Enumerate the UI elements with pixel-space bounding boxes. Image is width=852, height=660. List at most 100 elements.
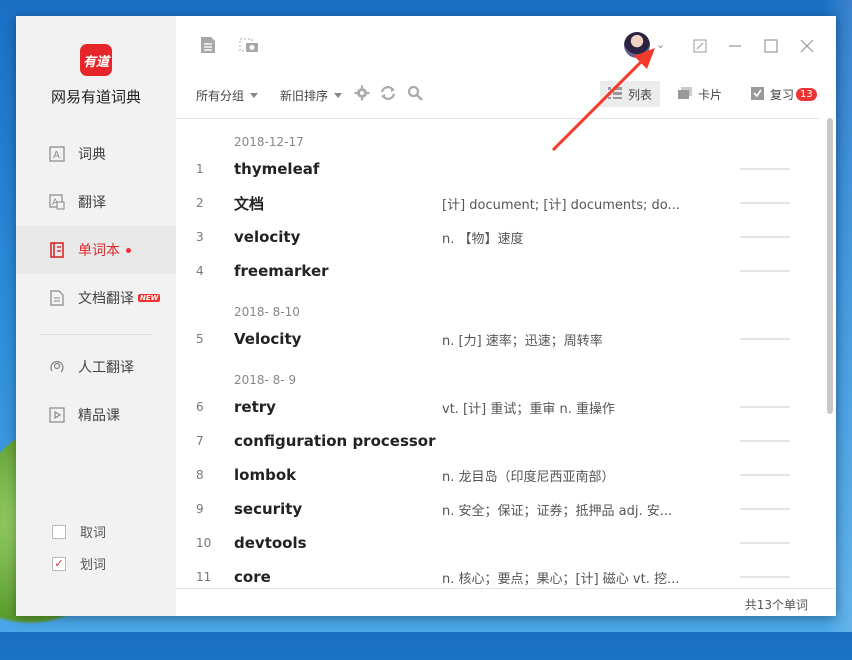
word-text: thymeleaf <box>234 160 320 178</box>
app-logo: 有道 <box>80 44 112 76</box>
document-icon <box>49 290 65 306</box>
wordbook-icon <box>49 242 65 258</box>
card-view-button[interactable]: 卡片 <box>670 81 730 107</box>
review-count-badge: 13 <box>796 87 817 101</box>
word-text: configuration processor <box>234 432 436 450</box>
word-count: 共13个单词 <box>744 598 808 612</box>
mastery-bar <box>740 576 790 578</box>
word-text: freemarker <box>234 262 329 280</box>
select-word-toggle[interactable]: ✓ 划词 <box>52 554 106 573</box>
card-view-label: 卡片 <box>698 87 723 102</box>
select-word-label: 划词 <box>80 558 107 573</box>
row-number: 11 <box>196 570 212 584</box>
list-item[interactable]: 9 security n. 安全；保证；证券；抵押品 adj. 安... <box>176 495 820 523</box>
word-list: 2018-12-17 1 thymeleaf 2 文档 [计] document… <box>176 118 820 589</box>
word-definition: vt. [计] 重试；重审 n. 重操作 <box>442 401 615 417</box>
mastery-bar <box>740 270 790 272</box>
list-item[interactable]: 8 lombok n. 龙目岛（印度尼西亚南部） <box>176 461 820 489</box>
word-text: devtools <box>234 534 307 552</box>
dictionary-icon: A <box>49 146 65 162</box>
caret-down-icon <box>334 93 343 98</box>
row-number: 5 <box>196 332 204 346</box>
group-filter-dropdown[interactable]: 所有分组 <box>196 87 259 104</box>
sidebar: 有道 网易有道词典 A 词典 A 翻译 单词本 文档翻译 NEW 人工翻译 精品… <box>16 16 176 616</box>
row-number: 1 <box>196 162 204 176</box>
list-view-icon <box>608 86 622 102</box>
row-number: 8 <box>196 468 204 482</box>
compact-mode-icon[interactable] <box>692 38 708 54</box>
row-number: 4 <box>196 264 204 278</box>
pick-word-label: 取词 <box>80 526 107 541</box>
new-badge: NEW <box>138 294 161 302</box>
sidebar-item-course[interactable]: 精品课 <box>16 391 176 439</box>
sidebar-item-dictionary[interactable]: A 词典 <box>16 130 176 178</box>
row-number: 2 <box>196 196 204 210</box>
word-text: 文档 <box>234 194 265 213</box>
sidebar-item-wordbook[interactable]: 单词本 <box>16 226 176 274</box>
chevron-down-icon[interactable]: ⌄ <box>656 38 665 51</box>
word-definition: n. 【物】速度 <box>442 231 524 247</box>
word-text: security <box>234 500 303 518</box>
close-icon[interactable] <box>799 38 815 54</box>
sidebar-item-label: 文档翻译 <box>78 291 134 307</box>
mastery-bar <box>740 474 790 476</box>
sidebar-divider <box>40 334 152 335</box>
card-view-icon <box>678 86 692 102</box>
svg-text:A: A <box>53 150 60 161</box>
search-icon[interactable] <box>407 85 423 101</box>
notes-icon[interactable] <box>200 36 216 54</box>
word-definition: [计] document; [计] documents; do... <box>442 197 680 213</box>
group-filter-label: 所有分组 <box>196 89 245 103</box>
caret-down-icon <box>250 93 259 98</box>
word-text: retry <box>234 398 276 416</box>
user-avatar[interactable] <box>624 32 650 58</box>
settings-icon[interactable] <box>354 85 370 101</box>
sidebar-item-translate[interactable]: A 翻译 <box>16 178 176 226</box>
word-definition: n. 核心；要点；果心；[计] 磁心 vt. 挖... <box>442 571 680 587</box>
wordbook-toolbar: 所有分组 新旧排序 列表 卡片 复习 13 <box>176 78 836 112</box>
list-scrollbar[interactable] <box>827 118 833 414</box>
minimize-icon[interactable] <box>727 38 743 54</box>
list-item[interactable]: 4 freemarker <box>176 257 820 285</box>
list-item[interactable]: 5 Velocity n. [力] 速率；迅速；周转率 <box>176 325 820 353</box>
sidebar-item-human-translate[interactable]: 人工翻译 <box>16 343 176 391</box>
title-bar: ⌄ <box>176 16 836 76</box>
human-translate-icon <box>49 359 65 375</box>
select-word-checkbox[interactable]: ✓ <box>52 556 66 571</box>
list-view-button[interactable]: 列表 <box>600 81 661 107</box>
pick-word-checkbox[interactable] <box>52 524 66 539</box>
list-footer: 共13个单词 <box>176 588 836 617</box>
list-item[interactable]: 10 devtools <box>176 529 820 557</box>
group-date-header: 2018-12-17 <box>234 135 304 149</box>
sidebar-nav: A 词典 A 翻译 单词本 文档翻译 NEW 人工翻译 精品课 <box>16 130 176 439</box>
mastery-bar <box>740 168 790 170</box>
sidebar-item-label: 单词本 <box>78 243 120 259</box>
app-name: 网易有道词典 <box>50 88 141 106</box>
sidebar-item-label: 翻译 <box>78 195 106 211</box>
list-item[interactable]: 11 core n. 核心；要点；果心；[计] 磁心 vt. 挖... <box>176 563 820 589</box>
mastery-bar <box>740 542 790 544</box>
list-item[interactable]: 6 retry vt. [计] 重试；重审 n. 重操作 <box>176 393 820 421</box>
group-date-header: 2018- 8-10 <box>234 305 300 319</box>
list-item[interactable]: 3 velocity n. 【物】速度 <box>176 223 820 251</box>
main-panel: ⌄ 所有分组 新旧排序 列表 卡片 复习 13 2018-12-17 1 thy… <box>176 16 836 616</box>
unread-dot <box>126 247 131 253</box>
review-label: 复习 <box>770 87 795 102</box>
app-window: 有道 网易有道词典 A 词典 A 翻译 单词本 文档翻译 NEW 人工翻译 精品… <box>16 16 836 616</box>
list-item[interactable]: 2 文档 [计] document; [计] documents; do... <box>176 189 820 217</box>
pick-word-toggle[interactable]: 取词 <box>52 522 106 541</box>
sort-label: 新旧排序 <box>280 89 329 103</box>
sidebar-item-label: 精品课 <box>78 408 120 424</box>
list-item[interactable]: 7 configuration processor <box>176 427 820 455</box>
maximize-icon[interactable] <box>763 38 779 54</box>
sort-dropdown[interactable]: 新旧排序 <box>280 87 343 104</box>
list-item[interactable]: 1 thymeleaf <box>176 155 820 183</box>
screenshot-icon[interactable] <box>239 36 259 54</box>
sidebar-item-document-translate[interactable]: 文档翻译 NEW <box>16 274 176 322</box>
group-date-header: 2018- 8- 9 <box>234 373 297 387</box>
review-button[interactable]: 复习 13 <box>743 81 825 107</box>
sync-icon[interactable] <box>379 85 397 101</box>
word-text: Velocity <box>234 330 302 348</box>
mastery-bar <box>740 236 790 238</box>
sidebar-item-label: 词典 <box>78 147 106 163</box>
